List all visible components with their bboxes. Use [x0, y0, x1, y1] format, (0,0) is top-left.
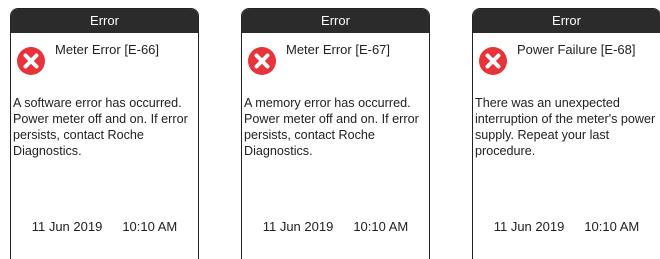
- screen-title: Error: [242, 9, 429, 33]
- meter-screen-e67: Error Meter Error [E-67] A memory error …: [241, 8, 430, 259]
- screen-title: Error: [11, 9, 198, 33]
- error-heading: Power Failure [E-68]: [517, 42, 636, 57]
- time-label: 10:10 AM: [584, 219, 640, 234]
- date-label: 11 Jun 2019: [31, 219, 103, 234]
- screen-title: Error: [473, 9, 660, 33]
- error-message: A software error has occurred. Power met…: [13, 96, 188, 158]
- time-label: 10:10 AM: [353, 219, 409, 234]
- error-message: There was an unexpected interruption of …: [475, 96, 656, 158]
- date-label: 11 Jun 2019: [493, 219, 565, 234]
- meter-screen-e66: Error Meter Error [E-66] A software erro…: [10, 8, 199, 259]
- error-heading: Meter Error [E-66]: [55, 42, 160, 57]
- error-x-icon: [17, 47, 45, 75]
- date-label: 11 Jun 2019: [262, 219, 334, 234]
- error-heading: Meter Error [E-67]: [286, 42, 391, 57]
- error-x-icon: [248, 47, 276, 75]
- error-message: A memory error has occurred. Power meter…: [244, 96, 419, 158]
- date-time-row: 11 Jun 2019 10:10 AM: [242, 219, 429, 234]
- error-x-icon: [479, 47, 507, 75]
- meter-screen-e68: Error Power Failure [E-68] There was an …: [472, 8, 660, 259]
- date-time-row: 11 Jun 2019 10:10 AM: [473, 219, 660, 234]
- time-label: 10:10 AM: [122, 219, 178, 234]
- date-time-row: 11 Jun 2019 10:10 AM: [11, 219, 198, 234]
